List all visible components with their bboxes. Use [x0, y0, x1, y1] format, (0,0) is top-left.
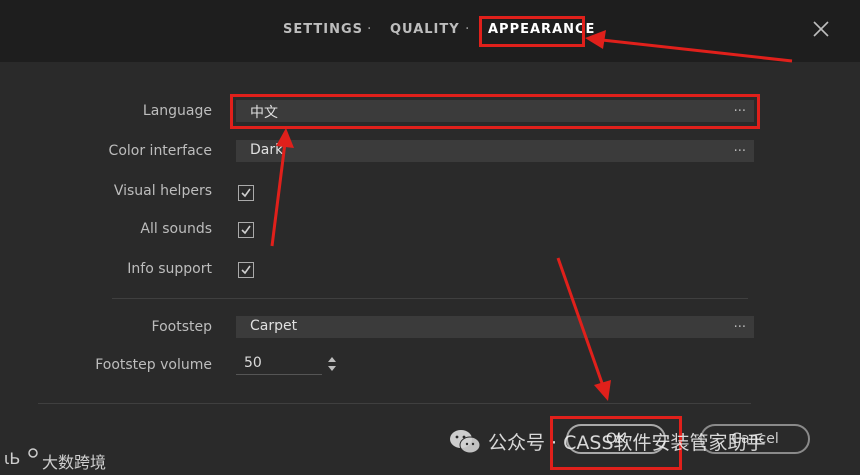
- check-icon: [241, 188, 251, 198]
- footstep-volume-input[interactable]: 50: [236, 352, 322, 375]
- top-bar: SETTINGS · QUALITY · APPEARANCE: [0, 0, 860, 62]
- footstep-volume-value: 50: [244, 355, 262, 371]
- tab-separator: ·: [465, 21, 470, 37]
- language-label: Language: [142, 103, 212, 119]
- close-icon[interactable]: [812, 20, 830, 38]
- all-sounds-checkbox[interactable]: [238, 222, 254, 238]
- svg-text:ιЬ: ιЬ: [4, 449, 20, 468]
- annotation-box-appearance: [479, 16, 585, 47]
- stepper-arrows-icon[interactable]: [326, 355, 338, 373]
- watermark-brand: 大数跨境: [42, 453, 107, 472]
- watermark-channel: 公众号 · CASS软件安装管家助手: [488, 432, 766, 454]
- footstep-value: Carpet: [250, 318, 298, 334]
- tab-separator: ·: [367, 21, 372, 37]
- footstep-select[interactable]: Carpet ...: [236, 316, 754, 338]
- color-interface-value: Dark: [250, 142, 284, 158]
- color-interface-select[interactable]: Dark ...: [236, 140, 754, 162]
- brand-logo-icon: ιЬ: [4, 448, 38, 468]
- footer-divider: [38, 403, 751, 404]
- footstep-label: Footstep: [151, 319, 212, 335]
- info-support-checkbox[interactable]: [238, 262, 254, 278]
- visual-helpers-checkbox[interactable]: [238, 185, 254, 201]
- info-support-label: Info support: [127, 261, 212, 277]
- all-sounds-label: All sounds: [140, 221, 212, 237]
- section-divider: [112, 298, 748, 299]
- color-interface-label: Color interface: [108, 143, 212, 159]
- more-icon: ...: [733, 140, 746, 155]
- check-icon: [241, 225, 251, 235]
- tab-settings[interactable]: SETTINGS: [283, 22, 363, 37]
- footstep-volume-label: Footstep volume: [95, 357, 212, 373]
- annotation-box-language: [230, 94, 760, 129]
- more-icon: ...: [733, 316, 746, 331]
- check-icon: [241, 265, 251, 275]
- visual-helpers-label: Visual helpers: [113, 183, 212, 199]
- tab-quality[interactable]: QUALITY: [390, 22, 460, 37]
- wechat-icon: [450, 430, 481, 454]
